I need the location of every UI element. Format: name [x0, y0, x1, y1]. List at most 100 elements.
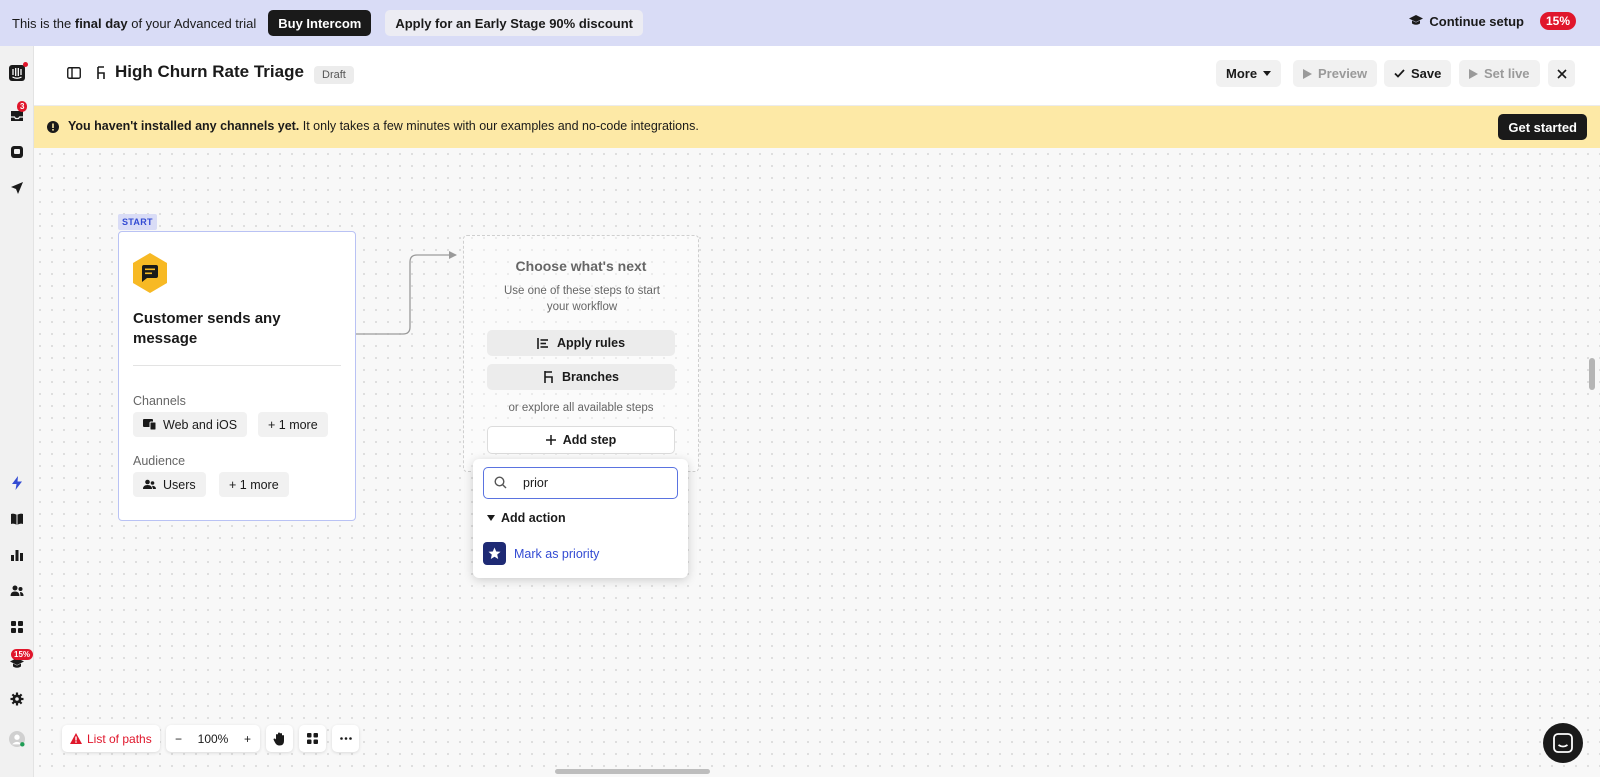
divider [133, 365, 341, 366]
trigger-card[interactable]: Customer sends any message Channels Web … [118, 231, 356, 521]
audience-chip-label: Users [163, 477, 196, 492]
zoom-in-button[interactable]: + [244, 732, 251, 746]
horizontal-scrollbar[interactable] [555, 769, 710, 774]
contacts-people-icon[interactable] [9, 583, 25, 599]
warning-triangle-icon [70, 733, 82, 744]
intercom-logo-icon[interactable] [9, 62, 28, 81]
automation-bolt-icon[interactable] [9, 475, 25, 491]
grid-view-button[interactable] [299, 725, 326, 752]
apply-rules-button[interactable]: Apply rules [487, 330, 675, 356]
triangle-down-icon [487, 515, 495, 521]
more-options-button[interactable] [332, 725, 359, 752]
toggle-sidebar-icon[interactable] [67, 67, 81, 82]
buy-intercom-button[interactable]: Buy Intercom [268, 10, 372, 36]
inbox-icon[interactable]: 3 [9, 101, 28, 124]
status-badge: Draft [314, 66, 354, 84]
search-value: prior [523, 476, 549, 490]
add-step-button[interactable]: Add step [487, 426, 675, 454]
setup-graduation-icon[interactable]: 15% [9, 649, 34, 672]
workflow-header: High Churn Rate Triage Draft More Previe… [34, 46, 1600, 106]
trigger-title: Customer sends any message [133, 310, 281, 347]
audience-chip-users[interactable]: Users [133, 472, 206, 497]
step-search-input[interactable]: prior [483, 467, 678, 499]
step-picker-dropdown: prior Add action Mark as priority [473, 459, 688, 578]
workflow-branch-icon [95, 66, 107, 83]
audience-more-chip[interactable]: + 1 more [219, 472, 289, 497]
apps-grid-icon[interactable] [9, 619, 25, 635]
devices-icon [143, 419, 156, 430]
set-live-button[interactable]: Set live [1459, 60, 1540, 87]
add-action-group[interactable]: Add action [487, 511, 566, 525]
continue-setup-button[interactable]: Continue setup 15% [1409, 12, 1576, 30]
message-trigger-icon [133, 253, 167, 293]
vertical-scrollbar[interactable] [1589, 358, 1595, 390]
reports-chart-icon[interactable] [9, 547, 25, 563]
search-icon [494, 476, 507, 489]
page-title[interactable]: High Churn Rate Triage [115, 62, 304, 82]
play-icon [1303, 68, 1312, 79]
setup-percent-badge: 15% [11, 649, 34, 660]
plus-icon [545, 435, 556, 445]
notification-dot [23, 62, 28, 67]
more-label: More [1226, 66, 1258, 81]
preview-label: Preview [1318, 66, 1368, 81]
apply-rules-label: Apply rules [556, 336, 626, 350]
close-button[interactable] [1548, 60, 1575, 87]
outbound-send-icon[interactable] [9, 180, 25, 196]
trial-banner: This is the final day of your Advanced t… [0, 0, 1600, 46]
early-stage-discount-button[interactable]: Apply for an Early Stage 90% discount [385, 10, 643, 36]
settings-gear-icon[interactable] [9, 691, 25, 707]
fin-agent-icon[interactable] [9, 144, 25, 160]
zoom-control: − 100% + [166, 725, 260, 752]
channels-warning-banner: You haven't installed any channels yet. … [34, 106, 1600, 148]
pan-hand-button[interactable] [266, 725, 293, 752]
continue-setup-label: Continue setup [1429, 13, 1524, 29]
next-step-title: Choose what's next [515, 258, 647, 274]
channel-chip-web-ios[interactable]: Web and iOS [133, 412, 248, 437]
warning-circle-icon [47, 121, 59, 136]
hand-icon [273, 732, 284, 745]
messenger-launcher-button[interactable] [1543, 723, 1583, 763]
setup-progress-badge: 15% [1539, 12, 1576, 30]
list-of-paths-label: List of paths [87, 731, 152, 746]
inbox-count-badge: 3 [17, 101, 28, 112]
rules-list-icon [537, 337, 548, 349]
knowledge-book-icon[interactable] [9, 511, 25, 527]
star-icon [483, 542, 506, 565]
explore-steps-text: or explore all available steps [508, 402, 654, 414]
close-icon [1556, 68, 1567, 79]
mark-as-priority-option[interactable]: Mark as priority [483, 542, 599, 565]
channels-more-chip[interactable]: + 1 more [258, 412, 328, 437]
channels-label: Channels [133, 394, 186, 408]
save-button[interactable]: Save [1384, 60, 1452, 87]
branches-icon [544, 371, 553, 383]
add-step-label: Add step [562, 433, 617, 447]
left-nav-rail: 3 15% [0, 46, 34, 777]
channel-chip-label: Web and iOS [163, 417, 238, 432]
next-step-subtitle: Use one of these steps to start your wor… [504, 285, 660, 313]
start-tag: START [118, 214, 157, 230]
zoom-out-button[interactable]: − [175, 732, 182, 746]
ellipsis-icon [339, 737, 352, 740]
list-of-paths-button[interactable]: List of paths [62, 725, 160, 752]
play-icon [1469, 68, 1478, 79]
trial-message: This is the final day of your Advanced t… [12, 15, 257, 31]
channels-warning-text: You haven't installed any channels yet. … [68, 119, 699, 133]
branches-button[interactable]: Branches [487, 364, 675, 390]
users-icon [143, 479, 156, 489]
grid-icon [307, 733, 318, 744]
caret-down-icon [1263, 71, 1272, 76]
get-started-button[interactable]: Get started [1498, 114, 1587, 140]
next-step-placeholder: Choose what's next Use one of these step… [463, 235, 699, 472]
option-label: Mark as priority [514, 546, 600, 561]
zoom-level: 100% [197, 731, 229, 746]
branches-label: Branches [562, 370, 619, 384]
user-avatar[interactable] [9, 731, 25, 747]
more-button[interactable]: More [1216, 60, 1282, 87]
graduation-cap-icon [1409, 15, 1424, 25]
add-action-label: Add action [501, 511, 566, 525]
check-icon [1394, 69, 1405, 78]
set-live-label: Set live [1484, 66, 1530, 81]
preview-button[interactable]: Preview [1293, 60, 1378, 87]
save-label: Save [1411, 66, 1442, 81]
